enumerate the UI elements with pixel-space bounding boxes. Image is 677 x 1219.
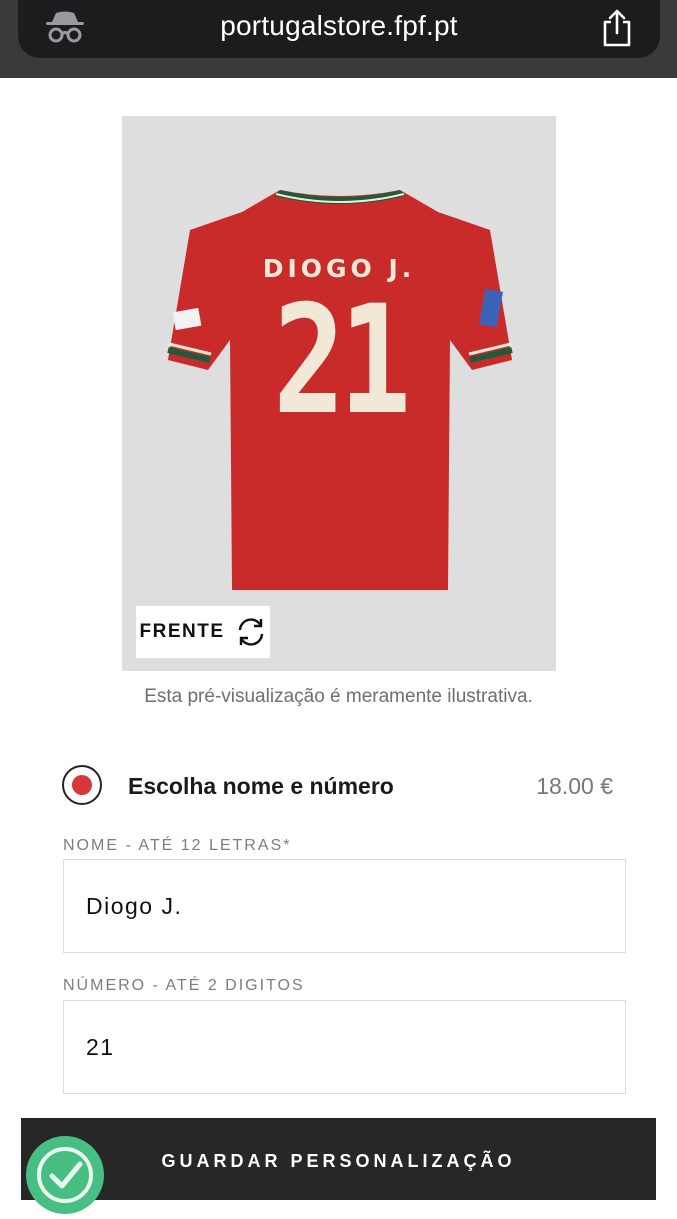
save-label: GUARDAR PERSONALIZAÇÃO <box>161 1151 516 1171</box>
address-bar[interactable]: portugalstore.fpf.pt <box>18 0 660 58</box>
jersey-preview: DIOGO J. 21 FRENTE <box>122 116 556 671</box>
rotate-icon <box>238 618 263 646</box>
radio-selected-dot <box>72 775 92 795</box>
shirt-number-print: 21 <box>273 274 411 448</box>
option-radio[interactable] <box>62 765 102 805</box>
view-toggle-button[interactable]: FRENTE <box>136 606 270 658</box>
url-text[interactable]: portugalstore.fpf.pt <box>18 10 660 42</box>
option-price: 18.00 € <box>536 773 613 799</box>
save-personalization-button[interactable]: GUARDAR PERSONALIZAÇÃO <box>21 1118 656 1200</box>
option-label[interactable]: Escolha nome e número <box>128 773 394 800</box>
view-label: FRENTE <box>139 621 225 642</box>
name-field-label: NOME - ATÉ 12 LETRAS* <box>63 837 292 854</box>
number-input[interactable]: 21 <box>63 1000 626 1094</box>
browser-top-bar: portugalstore.fpf.pt <box>0 0 677 78</box>
number-field-label: NÚMERO - ATÉ 2 DIGITOS <box>63 977 305 994</box>
share-icon[interactable] <box>600 8 634 48</box>
preview-caption: Esta pré-visualização é meramente ilustr… <box>144 686 533 707</box>
name-input[interactable]: Diogo J. <box>63 859 626 953</box>
check-badge-icon[interactable] <box>26 1136 104 1214</box>
